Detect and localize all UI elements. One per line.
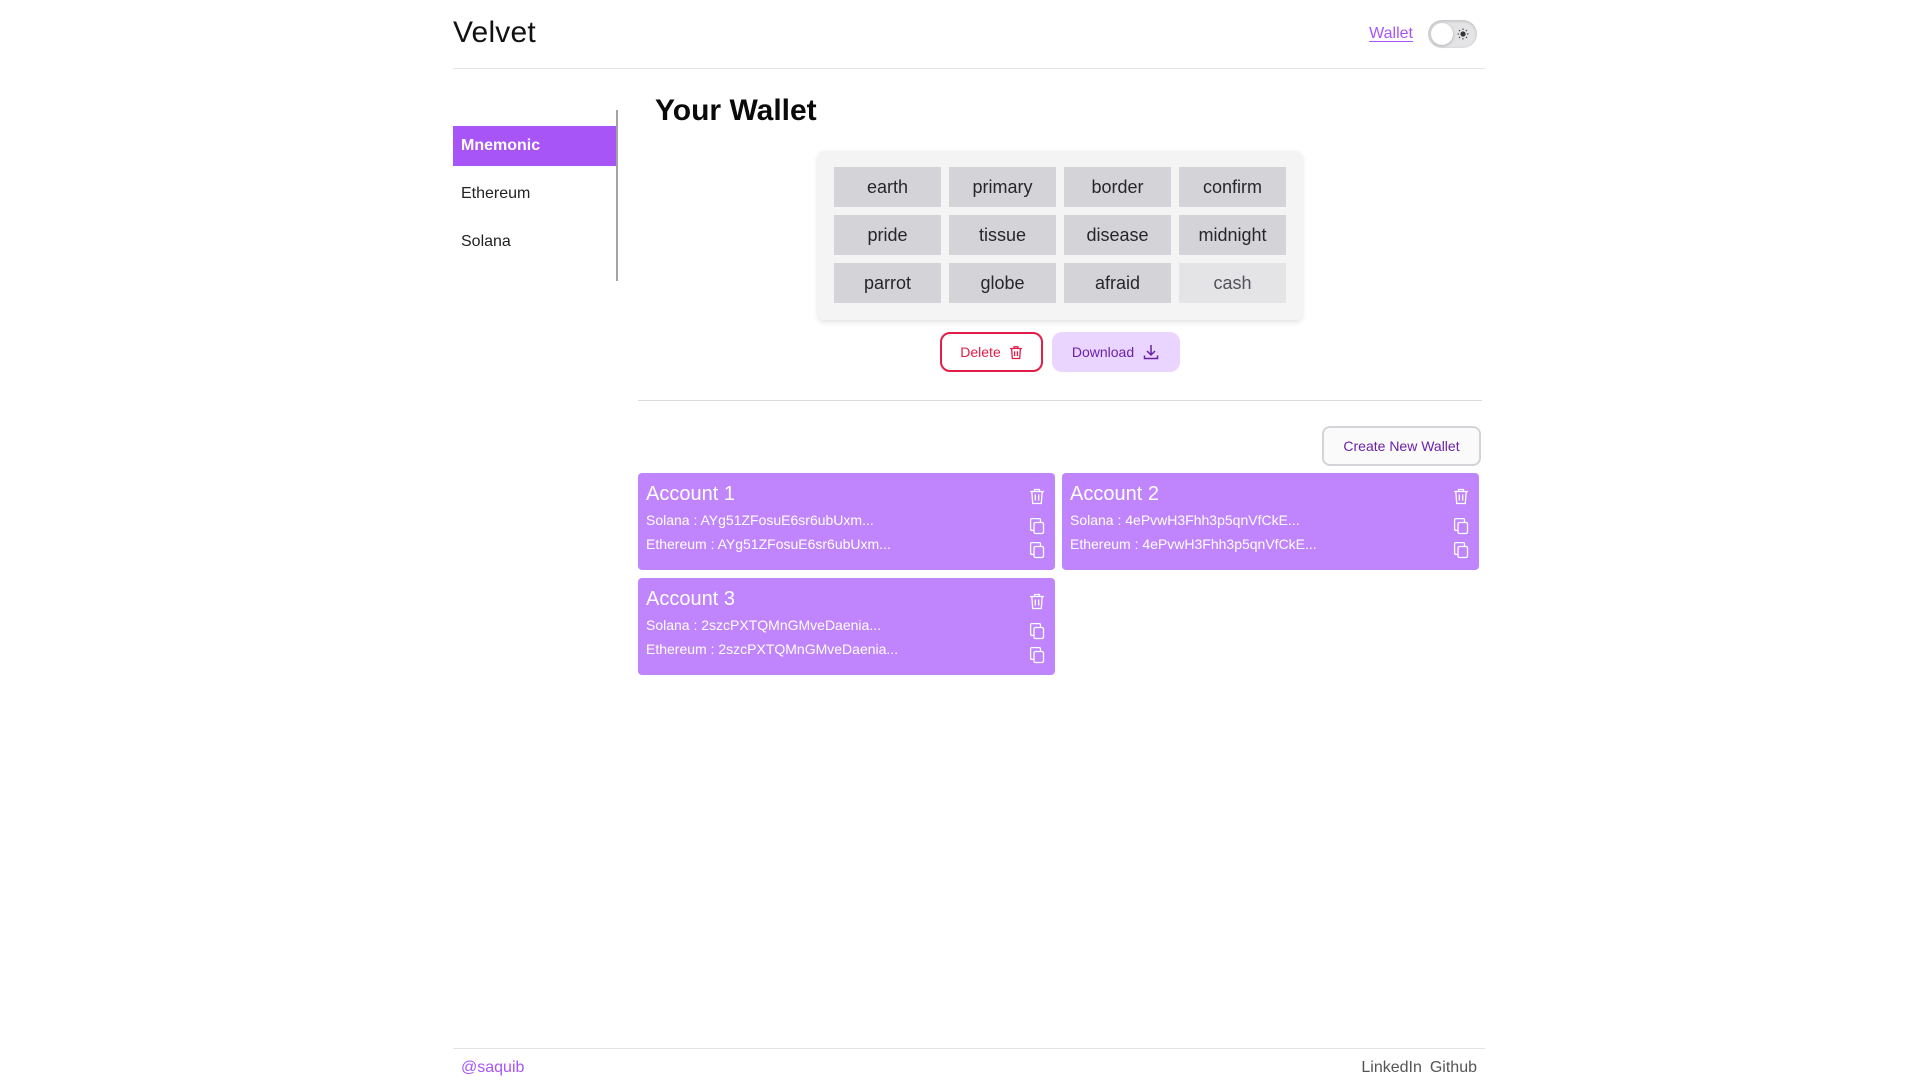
- download-icon: [1143, 345, 1159, 360]
- account-card: Account 2 Solana : 4ePvwH3Fhh3p5qnVfCkE.…: [1062, 473, 1479, 570]
- mnemonic-word[interactable]: pride: [834, 215, 941, 255]
- download-button[interactable]: Download: [1052, 332, 1180, 372]
- mnemonic-grid: earth primary border confirm pride tissu…: [818, 151, 1302, 320]
- linkedin-link[interactable]: LinkedIn: [1361, 1059, 1422, 1077]
- download-button-label: Download: [1071, 344, 1135, 360]
- trash-icon: [1009, 345, 1022, 359]
- solana-address: Solana : 2szcPXTQMnGMveDaenia...: [646, 617, 881, 633]
- account-card: Account 1 Solana : AYg51ZFosuE6sr6ubUxm.…: [638, 473, 1055, 570]
- ethereum-address: Ethereum : 2szcPXTQMnGMveDaenia...: [646, 641, 899, 657]
- theme-toggle[interactable]: [1428, 20, 1477, 48]
- sidebar-item-ethereum[interactable]: Ethereum: [453, 174, 616, 214]
- mnemonic-word[interactable]: cash: [1179, 263, 1286, 303]
- ethereum-address: Ethereum : AYg51ZFosuE6sr6ubUxm...: [646, 536, 891, 552]
- mnemonic-actions: Delete Download: [940, 332, 1180, 372]
- author-handle-link[interactable]: @saquib: [461, 1059, 524, 1077]
- copy-icon[interactable]: [1452, 517, 1470, 535]
- toggle-knob: [1431, 23, 1453, 45]
- copy-icon[interactable]: [1452, 541, 1470, 559]
- mnemonic-word[interactable]: parrot: [834, 263, 941, 303]
- sidebar-item-mnemonic[interactable]: Mnemonic: [453, 126, 616, 166]
- mnemonic-word[interactable]: midnight: [1179, 215, 1286, 255]
- mnemonic-word[interactable]: confirm: [1179, 167, 1286, 207]
- solana-address: Solana : 4ePvwH3Fhh3p5qnVfCkE...: [1070, 512, 1300, 528]
- mnemonic-word[interactable]: disease: [1064, 215, 1171, 255]
- github-link[interactable]: Github: [1430, 1059, 1477, 1077]
- account-card: Account 3 Solana : 2szcPXTQMnGMveDaenia.…: [638, 578, 1055, 675]
- trash-icon[interactable]: [1028, 592, 1046, 610]
- sun-icon: [1457, 28, 1469, 40]
- app-footer: @saquib LinkedIn Github: [453, 1048, 1485, 1080]
- sidebar-item-solana[interactable]: Solana: [453, 222, 616, 262]
- app-header: Velvet Wallet: [453, 0, 1485, 69]
- page-title: Your Wallet: [655, 94, 817, 127]
- copy-icon[interactable]: [1028, 517, 1046, 535]
- trash-icon[interactable]: [1028, 487, 1046, 505]
- mnemonic-word[interactable]: afraid: [1064, 263, 1171, 303]
- brand-title: Velvet: [453, 16, 536, 49]
- section-divider: [638, 400, 1482, 401]
- copy-icon[interactable]: [1028, 541, 1046, 559]
- delete-button[interactable]: Delete: [940, 332, 1043, 372]
- delete-button-label: Delete: [960, 344, 1001, 360]
- sidebar: Mnemonic Ethereum Solana: [453, 110, 618, 281]
- trash-icon[interactable]: [1452, 487, 1470, 505]
- wallet-nav-link[interactable]: Wallet: [1369, 25, 1413, 43]
- mnemonic-word[interactable]: earth: [834, 167, 941, 207]
- account-title: Account 3: [646, 588, 735, 610]
- copy-icon[interactable]: [1028, 646, 1046, 664]
- ethereum-address: Ethereum : 4ePvwH3Fhh3p5qnVfCkE...: [1070, 536, 1317, 552]
- create-new-wallet-button[interactable]: Create New Wallet: [1322, 426, 1481, 466]
- mnemonic-word[interactable]: border: [1064, 167, 1171, 207]
- account-title: Account 2: [1070, 483, 1159, 505]
- footer-links: LinkedIn Github: [1361, 1059, 1477, 1077]
- mnemonic-word[interactable]: globe: [949, 263, 1056, 303]
- mnemonic-word[interactable]: primary: [949, 167, 1056, 207]
- mnemonic-word[interactable]: tissue: [949, 215, 1056, 255]
- solana-address: Solana : AYg51ZFosuE6sr6ubUxm...: [646, 512, 874, 528]
- account-title: Account 1: [646, 483, 735, 505]
- copy-icon[interactable]: [1028, 622, 1046, 640]
